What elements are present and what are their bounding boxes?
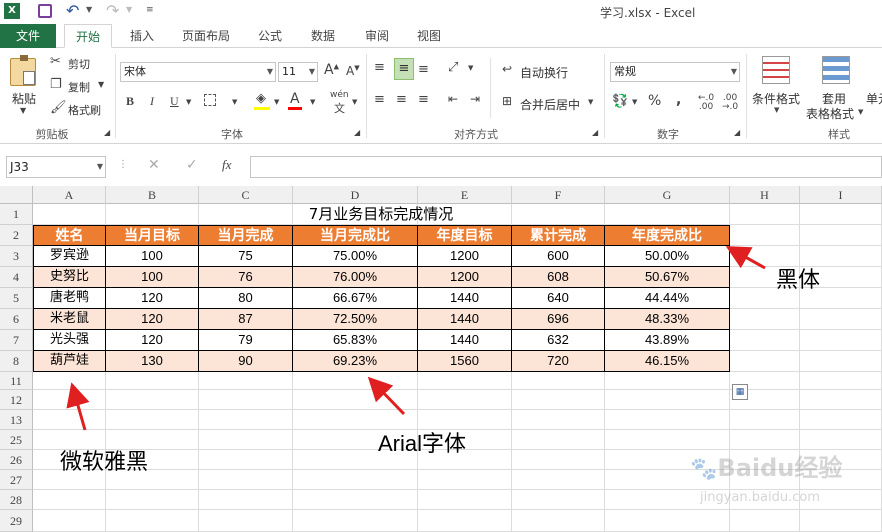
arrow-to-header <box>725 246 766 270</box>
arrow-to-name-column <box>66 382 90 431</box>
annotation-arial: Arial字体 <box>378 431 467 456</box>
annotation-heiti: 黑体 <box>776 268 821 293</box>
arrow-to-number <box>367 376 406 416</box>
watermark-logo: 🐾Baidu经验 <box>690 448 842 483</box>
watermark-url: jingyan.baidu.com <box>700 490 820 505</box>
annotation-yahei: 微软雅黑 <box>60 450 149 475</box>
watermark-brand: Baidu经验 <box>717 454 843 482</box>
watermark-paw-icon: 🐾 <box>690 457 718 482</box>
